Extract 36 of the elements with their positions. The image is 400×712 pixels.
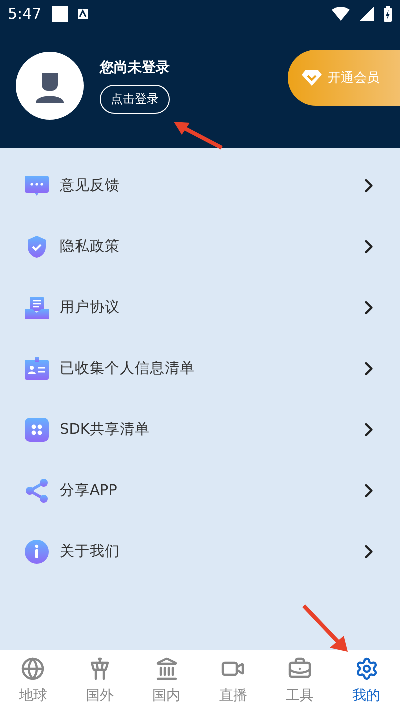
menu-item[interactable]: SDK共享清单 <box>0 399 400 460</box>
menu-item[interactable]: 用户协议 <box>0 277 400 338</box>
share-icon <box>25 478 49 502</box>
menu-item[interactable]: 已收集个人信息清单 <box>0 338 400 399</box>
menu-item[interactable]: 意见反馈 <box>0 155 400 216</box>
menu-item[interactable]: 隐私政策 <box>0 216 400 277</box>
toolbox-icon <box>288 657 312 681</box>
menu-item[interactable]: 分享APP <box>0 460 400 521</box>
shield-check-icon <box>25 234 49 258</box>
login-button[interactable]: 点击登录 <box>100 84 170 114</box>
menu-item[interactable]: 关于我们 <box>0 521 400 582</box>
nav-tab[interactable]: 地球 <box>0 650 67 712</box>
document-tray-icon <box>25 296 49 320</box>
battery-icon <box>384 6 392 22</box>
notification-icon <box>52 6 68 22</box>
id-card-icon <box>25 356 49 380</box>
diamond-icon <box>302 70 322 86</box>
signal-icon <box>360 7 374 21</box>
globe-icon <box>21 657 46 681</box>
nav-tab[interactable]: 我的 <box>333 650 400 712</box>
annotation-arrow <box>302 604 350 654</box>
annotation-arrow <box>172 120 224 150</box>
chat-icon <box>25 174 49 198</box>
settings-icon <box>354 657 379 681</box>
nav-tab[interactable]: 工具 <box>266 650 334 712</box>
app-grid-icon <box>25 418 49 442</box>
info-icon <box>25 540 49 564</box>
tower-icon <box>88 657 112 681</box>
wifi-icon <box>332 7 350 21</box>
nav-tab[interactable]: 直播 <box>200 650 267 712</box>
building-icon <box>154 657 179 681</box>
nav-tab[interactable]: 国内 <box>133 650 200 712</box>
status-time: 5:47 <box>8 5 42 23</box>
nav-tab[interactable]: 国外 <box>66 650 134 712</box>
keyboard-icon <box>78 9 88 19</box>
login-status-title: 您尚未登录 <box>100 58 171 76</box>
